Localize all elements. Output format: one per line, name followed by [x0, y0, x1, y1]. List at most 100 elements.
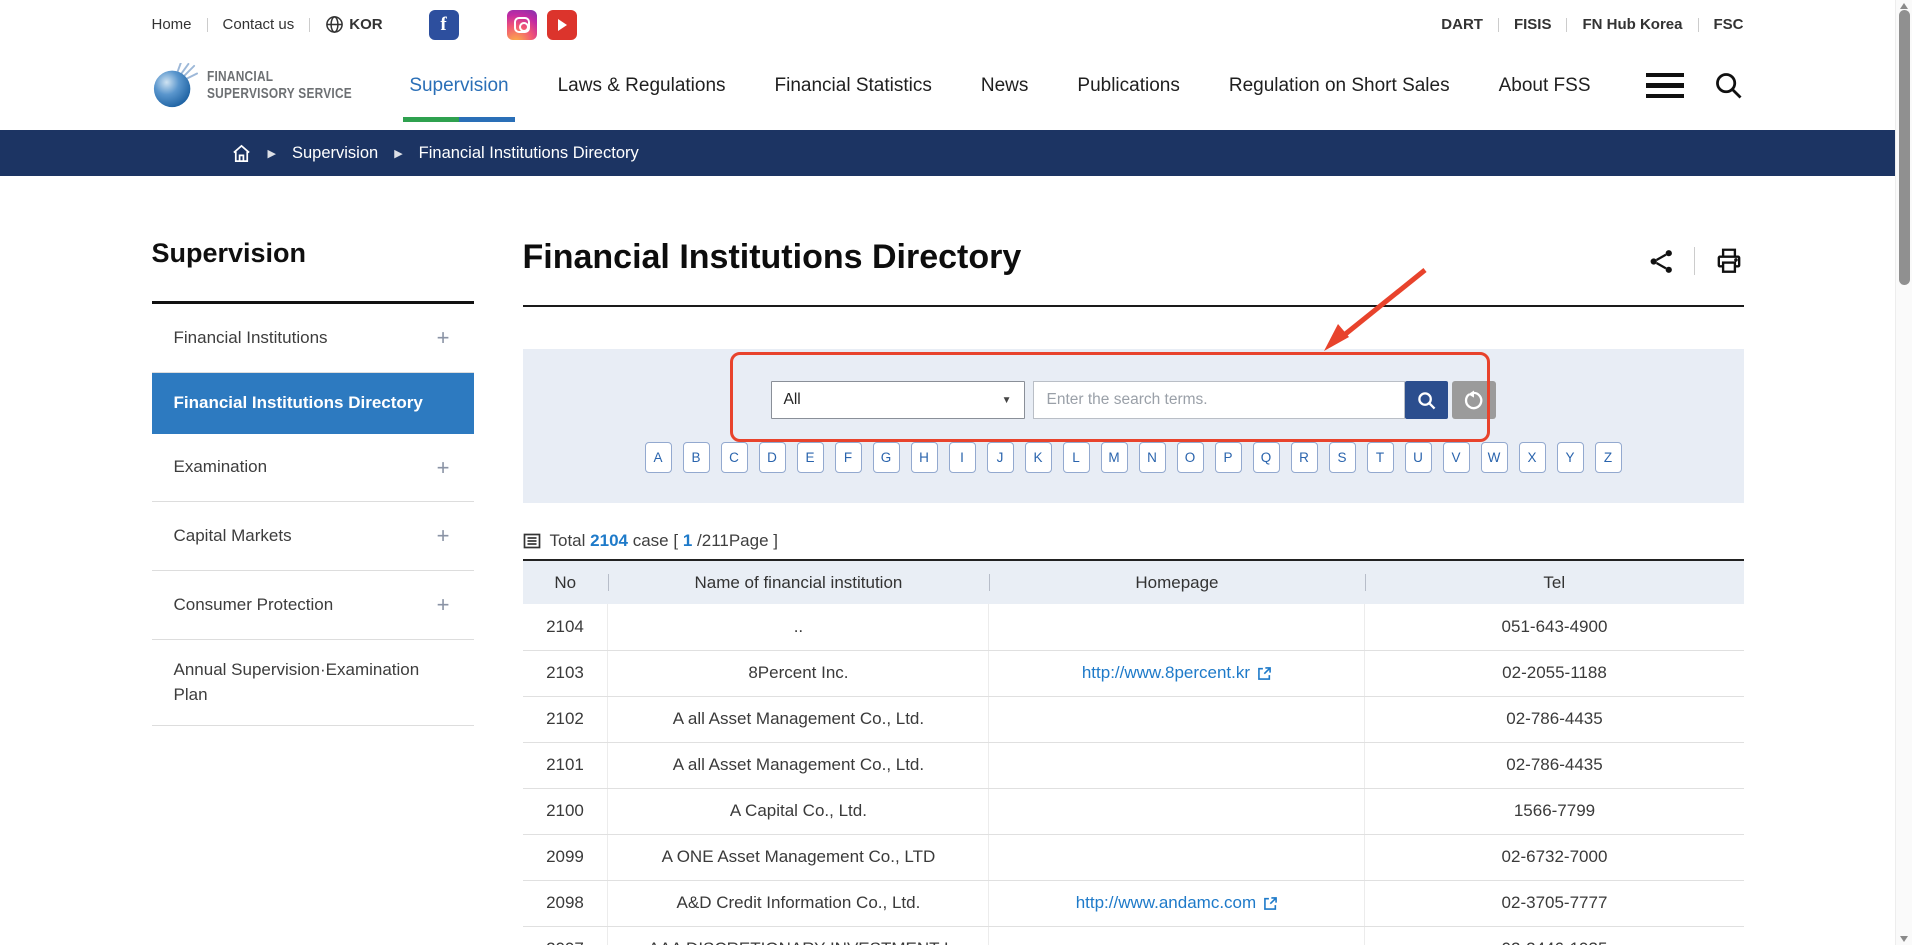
alphabet-button-A[interactable]: A [645, 442, 672, 473]
menu-icon[interactable] [1646, 73, 1684, 99]
table-header-row: No Name of financial institution Homepag… [523, 560, 1744, 604]
table-row: 2097AAA DISCRETIONARY INVESTMENT I02-244… [523, 926, 1744, 945]
alphabet-button-O[interactable]: O [1177, 442, 1204, 473]
breadcrumb-separator: ▶ [268, 147, 276, 160]
alphabet-button-R[interactable]: R [1291, 442, 1318, 473]
expand-plus-icon[interactable]: + [437, 452, 450, 484]
total-count: 2104 [590, 531, 628, 550]
divider [1698, 18, 1699, 32]
home-link[interactable]: Home [152, 16, 192, 33]
print-icon[interactable] [1714, 246, 1744, 276]
nav-item-publications[interactable]: Publications [1075, 50, 1181, 122]
alphabet-button-M[interactable]: M [1101, 442, 1128, 473]
search-icon[interactable] [1714, 71, 1744, 101]
alphabet-button-J[interactable]: J [987, 442, 1014, 473]
sidebar-item-examination[interactable]: Examination + [152, 434, 474, 503]
alphabet-button-L[interactable]: L [1063, 442, 1090, 473]
sidebar-item-financial-institutions-directory[interactable]: Financial Institutions Directory [152, 373, 474, 434]
directory-table: No Name of financial institution Homepag… [523, 559, 1744, 945]
scrollbar-thumb[interactable] [1899, 10, 1910, 285]
col-name: Name of financial institution [608, 560, 989, 604]
alphabet-button-F[interactable]: F [835, 442, 862, 473]
table-row: 2098A&D Credit Information Co., Ltd.http… [523, 880, 1744, 926]
row-no: 2099 [523, 834, 608, 880]
nav-item-news[interactable]: News [979, 50, 1031, 122]
search-panel: All ▼ [523, 349, 1744, 503]
alphabet-button-Y[interactable]: Y [1557, 442, 1584, 473]
row-name: 8Percent Inc. [608, 650, 989, 696]
row-homepage [989, 834, 1365, 880]
alphabet-button-H[interactable]: H [911, 442, 938, 473]
alphabet-button-U[interactable]: U [1405, 442, 1432, 473]
alphabet-button-Z[interactable]: Z [1595, 442, 1622, 473]
breadcrumb-supervision[interactable]: Supervision [292, 144, 378, 163]
row-name: A all Asset Management Co., Ltd. [608, 696, 989, 742]
scroll-up-arrow[interactable] [1900, 3, 1908, 9]
nav-item-regulation-on-short-sales[interactable]: Regulation on Short Sales [1227, 50, 1452, 122]
search-input[interactable] [1033, 381, 1405, 419]
search-button[interactable] [1405, 381, 1448, 419]
vertical-scrollbar[interactable] [1895, 0, 1912, 945]
alphabet-button-X[interactable]: X [1519, 442, 1546, 473]
alphabet-button-G[interactable]: G [873, 442, 900, 473]
alphabet-button-T[interactable]: T [1367, 442, 1394, 473]
title-rule [523, 305, 1744, 307]
sidebar-item-label: Examination [174, 455, 268, 480]
alphabet-button-S[interactable]: S [1329, 442, 1356, 473]
alphabet-button-I[interactable]: I [949, 442, 976, 473]
site-header: FINANCIAL SUPERVISORY SERVICE Supervisio… [152, 49, 1744, 122]
sidebar-item-capital-markets[interactable]: Capital Markets+ [152, 502, 474, 571]
sidebar-item-financial-institutions[interactable]: Financial Institutions+ [152, 304, 474, 373]
category-select[interactable]: All ▼ [771, 381, 1025, 419]
alphabet-button-N[interactable]: N [1139, 442, 1166, 473]
nav-item-financial-statistics[interactable]: Financial Statistics [773, 50, 934, 122]
alphabet-button-K[interactable]: K [1025, 442, 1052, 473]
share-icon[interactable] [1648, 248, 1675, 275]
globe-icon [325, 15, 344, 34]
youtube-icon[interactable] [547, 10, 577, 40]
scroll-down-arrow[interactable] [1900, 936, 1908, 942]
row-tel: 1566-7799 [1365, 788, 1744, 834]
alphabet-button-D[interactable]: D [759, 442, 786, 473]
fisis-link[interactable]: FISIS [1514, 16, 1552, 33]
nav-item-laws-regulations[interactable]: Laws & Regulations [556, 50, 728, 122]
case-label: case [ [633, 531, 678, 550]
alphabet-button-W[interactable]: W [1481, 442, 1508, 473]
fsc-link[interactable]: FSC [1714, 16, 1744, 33]
expand-plus-icon[interactable]: + [437, 520, 450, 552]
alphabet-button-V[interactable]: V [1443, 442, 1470, 473]
reset-button[interactable] [1452, 381, 1496, 419]
alphabet-button-P[interactable]: P [1215, 442, 1242, 473]
home-icon[interactable] [231, 143, 252, 164]
facebook-icon[interactable]: f [429, 10, 459, 40]
expand-plus-icon[interactable]: + [437, 589, 450, 621]
language-switch[interactable]: KOR [325, 15, 382, 34]
col-tel: Tel [1365, 560, 1744, 604]
divider [1498, 18, 1499, 32]
breadcrumb-current[interactable]: Financial Institutions Directory [419, 144, 639, 163]
alphabet-button-B[interactable]: B [683, 442, 710, 473]
col-homepage: Homepage [989, 560, 1365, 604]
sidebar-item-label: Financial Institutions Directory [174, 391, 423, 416]
sidebar-menu: Financial Institutions+ Financial Institu… [152, 301, 474, 726]
table-row: 2099A ONE Asset Management Co., LTD02-67… [523, 834, 1744, 880]
nav-item-about-fss[interactable]: About FSS [1497, 50, 1593, 122]
alphabet-button-E[interactable]: E [797, 442, 824, 473]
expand-plus-icon[interactable]: + [437, 322, 450, 354]
homepage-link[interactable]: http://www.8percent.kr [1082, 663, 1272, 683]
sidebar-item-annual-supervision-examination-plan[interactable]: Annual Supervision·Examination Plan [152, 640, 474, 726]
fnhub-link[interactable]: FN Hub Korea [1582, 16, 1682, 33]
alphabet-button-Q[interactable]: Q [1253, 442, 1280, 473]
homepage-link[interactable]: http://www.andamc.com [1076, 893, 1278, 913]
nav-item-supervision[interactable]: Supervision [407, 50, 510, 122]
row-name: A all Asset Management Co., Ltd. [608, 742, 989, 788]
contact-link[interactable]: Contact us [223, 16, 295, 33]
instagram-icon[interactable] [507, 10, 537, 40]
row-tel: 02-3705-7777 [1365, 880, 1744, 926]
sidebar-item-consumer-protection[interactable]: Consumer Protection+ [152, 571, 474, 640]
dart-link[interactable]: DART [1441, 16, 1483, 33]
row-homepage [989, 926, 1365, 945]
alphabet-button-C[interactable]: C [721, 442, 748, 473]
page-title: Financial Institutions Directory [523, 238, 1022, 277]
fss-logo[interactable]: FINANCIAL SUPERVISORY SERVICE [152, 63, 384, 109]
